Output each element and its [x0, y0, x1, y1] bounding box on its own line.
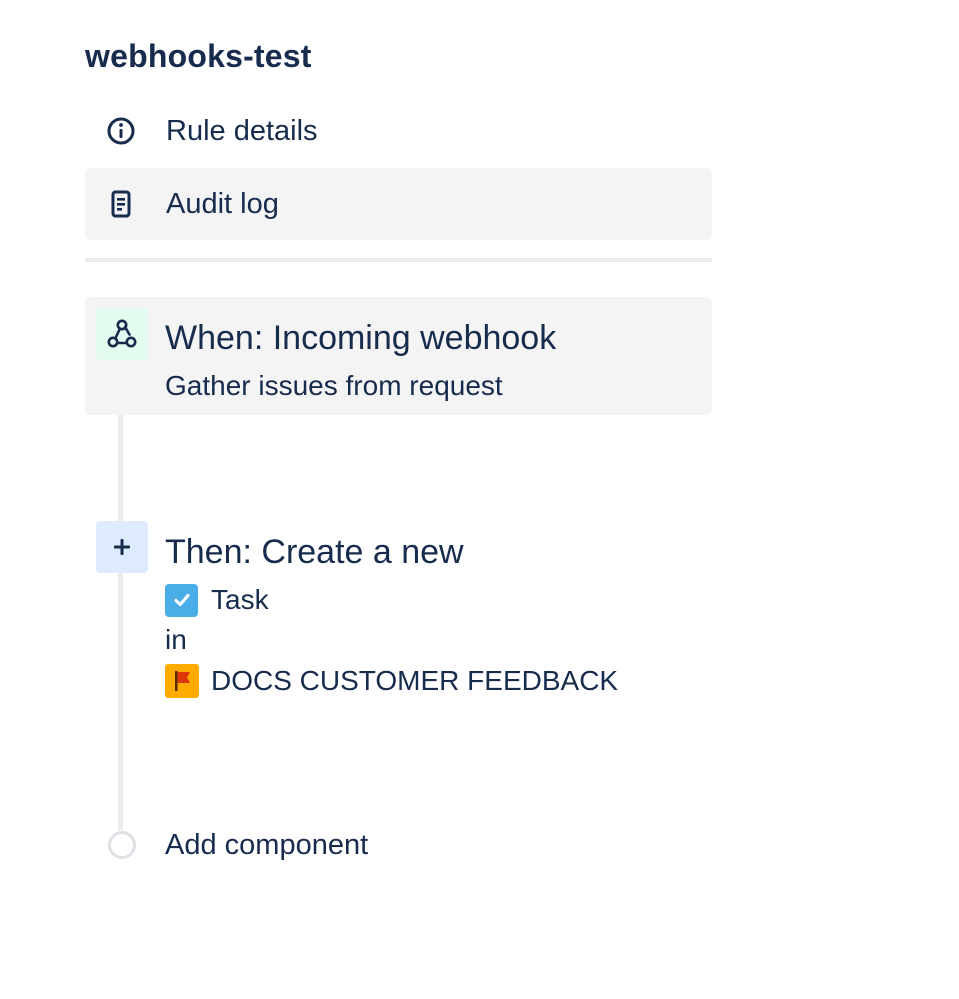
- nav-rule-details-label: Rule details: [166, 115, 318, 147]
- plus-icon[interactable]: [96, 521, 148, 573]
- document-icon: [103, 186, 139, 222]
- nav-audit-log[interactable]: Audit log: [85, 168, 712, 240]
- nav-rule-details[interactable]: Rule details: [85, 95, 712, 167]
- action-project: DOCS CUSTOMER FEEDBACK: [165, 663, 618, 699]
- trigger-subtitle: Gather issues from request: [165, 370, 503, 401]
- add-component-link[interactable]: Add component: [165, 826, 368, 864]
- task-checkbox-icon: [165, 583, 198, 617]
- trigger-title: When: Incoming webhook: [165, 319, 557, 357]
- issue-type-label: Task: [211, 584, 269, 615]
- info-icon: [103, 113, 139, 149]
- action-connector-text: in: [165, 624, 187, 655]
- project-name: DOCS CUSTOMER FEEDBACK: [211, 665, 619, 696]
- rule-name-title: webhooks-test: [85, 38, 312, 74]
- action-issue-type: Task: [165, 582, 269, 618]
- nav-audit-log-label: Audit log: [166, 188, 279, 220]
- webhook-icon: [96, 308, 148, 360]
- flag-icon: [165, 664, 199, 698]
- section-divider: [85, 258, 712, 262]
- add-component-circle-icon[interactable]: [108, 831, 136, 859]
- rule-editor-sidebar: webhooks-test Rule details Audit log Whe…: [0, 0, 959, 999]
- action-title[interactable]: Then: Create a new: [165, 530, 464, 574]
